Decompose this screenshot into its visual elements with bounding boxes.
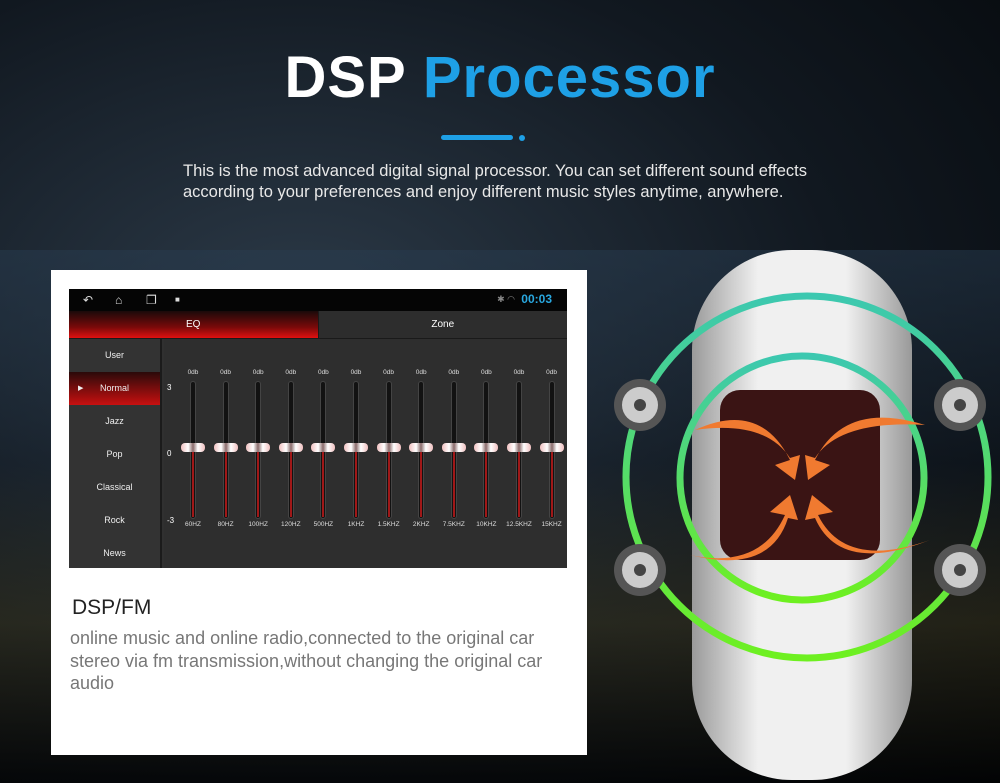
- slider-knob[interactable]: [376, 443, 401, 452]
- band-gain: 0db: [480, 369, 492, 376]
- slider-knob[interactable]: [278, 443, 303, 452]
- preset-jazz[interactable]: Jazz: [69, 405, 160, 438]
- car-cabin: [720, 390, 880, 560]
- slider-fill: [224, 449, 227, 517]
- eq-band-slider[interactable]: 0db 1.5KHZ: [374, 369, 404, 539]
- band-gain: 0db: [383, 369, 395, 376]
- preset-normal[interactable]: ▶ Normal: [69, 372, 160, 405]
- clock: 00:03: [521, 292, 552, 306]
- notification-icon: ■: [175, 295, 180, 304]
- slider-knob[interactable]: [539, 443, 564, 452]
- page-title: DSP Processor: [0, 44, 1000, 111]
- preset-label: Classical: [96, 482, 133, 492]
- slider-knob[interactable]: [344, 443, 368, 452]
- preset-label: Jazz: [105, 416, 124, 426]
- preset-label: User: [104, 350, 124, 360]
- preset-pop[interactable]: Pop: [69, 438, 160, 471]
- eq-band-slider[interactable]: 0db 10KHZ: [471, 369, 501, 539]
- band-gain: 0db: [350, 369, 362, 376]
- scale-max: 3: [167, 383, 172, 392]
- feature-card: ↶ ⌂ ❐ ■ ✱ ◠ 00:03 EQ Zone User ▶ Normal Jaz…: [51, 270, 587, 755]
- preset-label: Rock: [104, 515, 125, 525]
- band-gain: 0db: [513, 369, 525, 376]
- band-gain: 0db: [546, 369, 558, 376]
- slider-knob[interactable]: [409, 443, 434, 452]
- speaker-icon: [934, 379, 986, 431]
- speaker-icon: [934, 544, 986, 596]
- band-frequency: 15KHZ: [541, 521, 562, 528]
- scale-zero: 0: [167, 449, 172, 458]
- tab-eq[interactable]: EQ: [69, 311, 318, 338]
- eq-band-slider[interactable]: 0db 100HZ: [243, 369, 273, 539]
- slider-knob[interactable]: [311, 443, 336, 452]
- preset-label: News: [103, 548, 126, 558]
- slider-fill: [420, 449, 423, 517]
- equalizer-panel: 3 0 -3 0db 60HZ 0db 80HZ 0db 100HZ 0db 120H…: [164, 339, 567, 568]
- slider-knob[interactable]: [213, 443, 238, 452]
- intro-text: This is the most advanced digital signal…: [183, 162, 808, 201]
- band-gain: 0db: [285, 369, 297, 376]
- eq-band-slider[interactable]: 0db 500HZ: [308, 369, 338, 539]
- band-gain: 0db: [220, 369, 232, 376]
- preset-user[interactable]: User: [69, 339, 160, 372]
- slider-fill: [257, 449, 260, 517]
- title-blue: Processor: [422, 45, 716, 110]
- slider-fill: [518, 449, 520, 517]
- slider-fill: [485, 449, 488, 517]
- slider-knob[interactable]: [246, 443, 271, 452]
- title-underline: [441, 135, 513, 140]
- band-gain: 0db: [317, 369, 329, 376]
- preset-news[interactable]: News: [69, 537, 160, 568]
- speaker-icon: [614, 379, 666, 431]
- eq-band-slider[interactable]: 0db 7.5KHZ: [439, 369, 469, 539]
- car-speaker-illustration: [614, 250, 992, 780]
- band-gain: 0db: [415, 369, 427, 376]
- eq-band-slider[interactable]: 0db 80HZ: [211, 369, 241, 539]
- card-text: online music and online radio,connected …: [70, 628, 543, 693]
- eq-band-slider[interactable]: 0db 60HZ: [178, 369, 208, 539]
- card-heading: DSP/FM: [72, 596, 152, 619]
- slider-fill: [355, 449, 357, 517]
- back-icon[interactable]: ↶: [83, 293, 93, 307]
- preset-label: Pop: [106, 449, 123, 459]
- slider-fill: [192, 449, 194, 517]
- slider-knob[interactable]: [181, 443, 205, 452]
- eq-band-slider[interactable]: 0db 12.5KHZ: [504, 369, 534, 539]
- preset-classical[interactable]: Classical: [69, 471, 160, 504]
- slider-knob[interactable]: [507, 443, 531, 452]
- selected-arrow-icon: ▶: [78, 385, 84, 392]
- band-gain: 0db: [448, 369, 460, 376]
- band-gain: 0db: [252, 369, 264, 376]
- eq-band-slider[interactable]: 0db 15KHZ: [537, 369, 567, 539]
- slider-fill: [452, 449, 455, 517]
- preset-label: Normal: [99, 383, 129, 393]
- slider-fill: [322, 449, 325, 517]
- home-icon[interactable]: ⌂: [115, 293, 122, 307]
- slider-fill: [550, 449, 553, 517]
- preset-rock[interactable]: Rock: [69, 504, 160, 537]
- eq-band-slider[interactable]: 0db 1KHZ: [341, 369, 371, 539]
- slider-fill: [289, 449, 292, 517]
- head-unit-screen: ↶ ⌂ ❐ ■ ✱ ◠ 00:03 EQ Zone User ▶ Normal Jaz…: [69, 289, 567, 568]
- title-white: DSP: [284, 45, 406, 110]
- slider-fill: [387, 449, 390, 517]
- title-dot: [519, 135, 525, 141]
- speaker-icon: [614, 544, 666, 596]
- preset-list: User ▶ Normal Jazz Pop Classical Rock News: [69, 339, 162, 568]
- eq-band-slider[interactable]: 0db 2KHZ: [406, 369, 436, 539]
- bluetooth-wifi-icon: ✱ ◠: [497, 294, 515, 304]
- eq-band-slider[interactable]: 0db 120HZ: [276, 369, 306, 539]
- tab-zone[interactable]: Zone: [317, 311, 567, 338]
- band-gain: 0db: [187, 369, 199, 376]
- slider-knob[interactable]: [441, 443, 466, 452]
- recent-apps-icon[interactable]: ❐: [146, 293, 157, 307]
- status-bar: ↶ ⌂ ❐ ■ ✱ ◠ 00:03: [69, 289, 567, 311]
- slider-knob[interactable]: [474, 443, 499, 452]
